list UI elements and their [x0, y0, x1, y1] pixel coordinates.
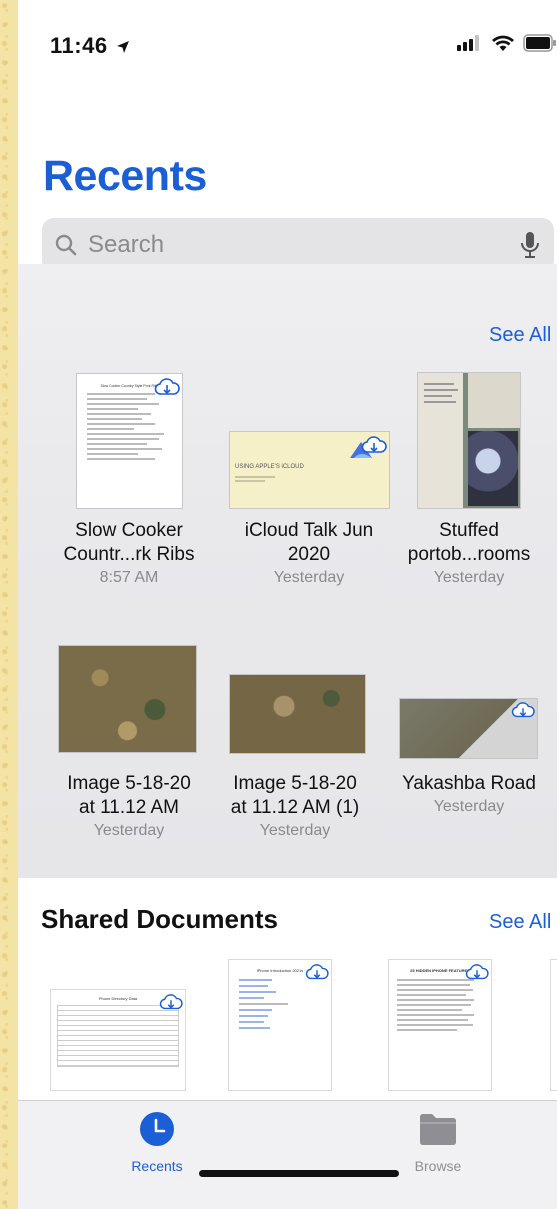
recent-item-slow-cooker[interactable]: Slow Cooker Countr...rk Ribs 8:57 AM — [49, 519, 209, 587]
clock-icon — [140, 1112, 174, 1146]
item-name-line1: Image 5-18-20 — [233, 773, 357, 794]
page-title: Recents — [43, 152, 207, 200]
cloud-download-icon — [305, 964, 329, 980]
recent-item-image-2[interactable]: Image 5-18-20 at 11.12 AM (1) Yesterday — [215, 772, 375, 840]
item-name-line1: Slow Cooker — [75, 520, 183, 541]
recent-thumb-image-2[interactable] — [230, 675, 365, 753]
item-name-line1: Yakashba Road — [402, 773, 536, 794]
item-date: Yesterday — [273, 569, 345, 586]
shared-doc-thumb-2[interactable]: iPhone Introduction 2021s — [229, 960, 331, 1090]
shared-see-all-link[interactable]: See All — [489, 911, 551, 934]
item-date: Yesterday — [433, 798, 505, 815]
cloud-download-icon — [465, 964, 489, 980]
item-name-line2: 2020 — [287, 544, 331, 565]
recent-thumb-yakashba-road[interactable] — [400, 699, 537, 758]
tab-recents[interactable]: Recents — [97, 1111, 217, 1174]
cloud-download-icon — [361, 436, 387, 453]
microphone-icon[interactable] — [520, 231, 540, 259]
item-name-line2: portob...rooms — [407, 544, 531, 565]
cloud-download-icon — [159, 994, 183, 1010]
item-name-line1: iCloud Talk Jun — [244, 520, 374, 541]
tab-browse[interactable]: Browse — [378, 1111, 498, 1174]
item-name-line2: Countr...rk Ribs — [63, 544, 195, 565]
recent-item-stuffed-portobello[interactable]: Stuffed portob...rooms Yesterday — [389, 519, 549, 587]
recents-see-all-link[interactable]: See All — [489, 324, 551, 347]
time-text: 11:46 — [50, 33, 108, 58]
location-arrow-icon — [117, 41, 130, 54]
item-date: Yesterday — [93, 822, 165, 839]
item-date: Yesterday — [259, 822, 331, 839]
cloud-download-icon — [511, 702, 535, 718]
search-placeholder: Search — [88, 231, 165, 258]
status-time: 11:46 — [50, 33, 130, 59]
item-name-line2: at 11.12 AM — [79, 797, 179, 818]
item-name-line2: at 11.12 AM (1) — [230, 797, 360, 818]
wifi-icon — [492, 35, 514, 51]
folder-icon — [420, 1114, 456, 1145]
shared-doc-thumb-4-partial[interactable] — [551, 960, 557, 1090]
files-app-screen: 11:46 Recents Search See All Slow Cooker… — [18, 0, 557, 1209]
item-date: Yesterday — [433, 569, 505, 586]
recent-thumb-image-1[interactable] — [59, 646, 196, 752]
doc-lines — [397, 979, 483, 1031]
table-preview — [57, 1005, 179, 1067]
recent-thumb-slow-cooker[interactable]: Slow Cooker Country Style Pork Ribs — [77, 374, 182, 508]
signal-bars-icon — [457, 35, 479, 51]
item-name-line1: Image 5-18-20 — [67, 773, 191, 794]
status-icons — [457, 34, 557, 52]
item-name-line1: Stuffed — [439, 520, 499, 541]
recent-item-image-1[interactable]: Image 5-18-20 at 11.12 AM Yesterday — [49, 772, 209, 840]
recent-thumb-stuffed-portobello[interactable] — [418, 373, 520, 508]
recent-item-yakashba-road[interactable]: Yakashba Road Yesterday — [389, 772, 549, 816]
shared-documents-title: Shared Documents — [41, 904, 278, 934]
doc-title: USING APPLE'S iCLOUD — [235, 464, 304, 470]
doc-lines — [87, 393, 172, 460]
item-date: 8:57 AM — [99, 569, 159, 586]
doc-lines — [239, 979, 321, 1029]
battery-icon — [523, 34, 556, 52]
shared-doc-thumb-1[interactable]: Phone Directory Data — [51, 990, 185, 1090]
recent-thumb-icloud-talk[interactable]: USING APPLE'S iCLOUD — [230, 432, 389, 508]
magnifying-glass-icon — [55, 234, 77, 256]
recent-item-icloud-talk[interactable]: iCloud Talk Jun 2020 Yesterday — [229, 519, 389, 587]
shared-doc-thumb-3[interactable]: 25 HIDDEN IPHONE FEATURES — [389, 960, 491, 1090]
home-indicator[interactable] — [199, 1170, 399, 1177]
tab-bar: Recents Browse — [18, 1100, 557, 1209]
status-bar: 11:46 — [18, 0, 557, 90]
cloud-download-icon — [154, 378, 180, 395]
